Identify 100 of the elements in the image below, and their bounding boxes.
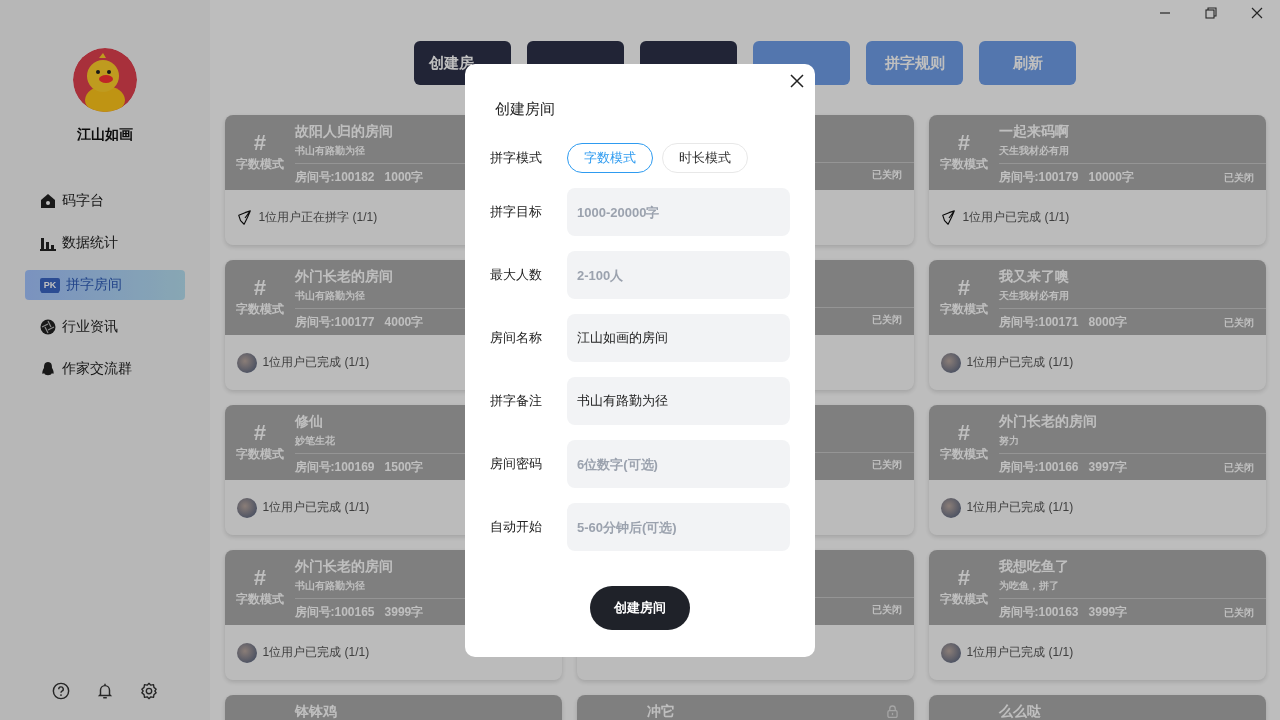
avatar: [236, 497, 257, 518]
room-number: 房间号:100182: [294, 169, 375, 186]
room-title: 修仙: [294, 414, 323, 428]
word-target: 3999字: [1088, 604, 1128, 621]
room-number: 房间号:100165: [294, 604, 375, 621]
room-number: 房间号:100163: [998, 604, 1079, 621]
room-number: 房间号:100171: [998, 314, 1079, 331]
room-number: 房间号:100177: [294, 314, 375, 331]
word-target: 10000字: [1088, 169, 1134, 186]
field-label: 自动开始: [490, 518, 543, 536]
room-mode: 字数模式: [939, 591, 988, 608]
field-label: 房间名称: [490, 329, 543, 347]
room-status: 已关闭: [871, 603, 902, 617]
member-status-text: 1位用户已完成 (1/1): [262, 644, 370, 661]
room-number: 房间号:100166: [998, 459, 1079, 476]
room-card[interactable]: # 字数模式 我又来了噢 天生我材必有用 房间号:100171 8000字 已关闭 1位用户已完成 (1/1): [928, 260, 1266, 390]
nav-item[interactable]: 行业资讯: [25, 312, 185, 342]
room-status: 已关闭: [871, 313, 902, 327]
room-status: 已关闭: [871, 168, 902, 182]
input-field[interactable]: 5-60分钟后(可选): [567, 503, 790, 551]
penguin-icon: [40, 361, 56, 377]
notification-bell-icon[interactable]: [96, 682, 114, 700]
mode-option[interactable]: 字数模式: [567, 143, 653, 173]
member-status-text: 1位用户已完成 (1/1): [962, 209, 1070, 226]
room-title: 外门长老的房间: [294, 559, 393, 573]
field-label: 拼字模式: [490, 149, 543, 167]
room-title: 钵钵鸡: [294, 704, 337, 718]
close-icon[interactable]: [790, 74, 804, 88]
room-note: 为吃鱼，拼了: [998, 580, 1266, 599]
room-title: 故阳人归的房间: [294, 124, 393, 138]
room-mode: 字数模式: [235, 301, 284, 318]
nav-item[interactable]: 作家交流群: [25, 354, 185, 384]
field-label: 拼字目标: [490, 203, 543, 221]
room-card[interactable]: # 字数模式 一起来码啊 天生我材必有用 房间号:100179 10000字 已关闭 1位用户已完成 (1/1): [928, 115, 1266, 245]
room-number: 房间号:100179: [998, 169, 1079, 186]
room-mode: 字数模式: [235, 446, 284, 463]
room-card[interactable]: # 字数模式 我想吃鱼了 为吃鱼，拼了 房间号:100163 3999字 已关闭 1位用户已完成 (1/1): [928, 550, 1266, 680]
room-title: 外门长老的房间: [294, 269, 393, 283]
word-target: 3999字: [384, 604, 424, 621]
hash-icon: #: [957, 567, 970, 589]
nav-item[interactable]: 码字台: [25, 186, 185, 216]
hash-icon: #: [957, 132, 970, 154]
hash-icon: #: [957, 277, 970, 299]
aperture-icon: [40, 319, 56, 335]
member-status-text: 1位用户已完成 (1/1): [262, 499, 370, 516]
member-status-text: 1位用户已完成 (1/1): [966, 644, 1074, 661]
room-title: 我又来了噢: [998, 269, 1069, 283]
room-title: 一起来码啊: [998, 124, 1069, 138]
room-mode: 字数模式: [939, 156, 988, 173]
help-icon[interactable]: [52, 682, 70, 700]
room-note: 天生我材必有用: [998, 145, 1266, 164]
room-card[interactable]: # 字数模式 外门长老的房间 努力 房间号:100166 3997字 已关闭 1位用户已完成 (1/1): [928, 405, 1266, 535]
avatar: [940, 642, 961, 663]
close-icon[interactable]: [1251, 7, 1263, 19]
member-status-text: 1位用户已完成 (1/1): [966, 499, 1074, 516]
pk-icon: PK: [40, 278, 60, 292]
pen-icon: [940, 209, 957, 226]
word-target: 8000字: [1088, 314, 1128, 331]
word-target: 1000字: [384, 169, 424, 186]
avatar-duck-drawing: [73, 48, 137, 112]
avatar: [940, 497, 961, 518]
room-status: 已关闭: [871, 458, 902, 472]
settings-icon[interactable]: [140, 682, 158, 700]
input-field[interactable]: 书山有路勤为径: [567, 377, 790, 425]
hash-icon: #: [253, 277, 266, 299]
restore-icon[interactable]: [1205, 7, 1217, 19]
input-field[interactable]: 江山如画的房间: [567, 314, 790, 362]
room-status: 已关闭: [1223, 170, 1254, 185]
create-room-button[interactable]: 创建房间: [590, 586, 690, 630]
room-number: 房间号:100169: [294, 459, 375, 476]
room-mode: 字数模式: [939, 301, 988, 318]
room-mode: 字数模式: [235, 591, 284, 608]
input-field[interactable]: 1000-20000字: [567, 188, 790, 236]
bar-chart-icon: [40, 235, 56, 251]
input-field[interactable]: 6位数字(可选): [567, 440, 790, 488]
avatar: [940, 352, 961, 373]
member-status-text: 1位用户正在拼字 (1/1): [258, 209, 378, 226]
room-title: 外门长老的房间: [998, 414, 1097, 428]
hash-icon: #: [957, 422, 970, 444]
home-icon: [40, 193, 56, 209]
room-status: 已关闭: [1223, 460, 1254, 475]
hash-icon: #: [253, 132, 266, 154]
room-status: 已关闭: [1223, 315, 1254, 330]
word-target: 4000字: [384, 314, 424, 331]
pen-icon: [236, 209, 253, 226]
input-field[interactable]: 2-100人: [567, 251, 790, 299]
member-status-text: 1位用户已完成 (1/1): [262, 354, 370, 371]
hash-icon: #: [253, 422, 266, 444]
field-label: 房间密码: [490, 455, 543, 473]
room-note: 天生我材必有用: [998, 290, 1266, 309]
hash-icon: #: [253, 567, 266, 589]
mode-option[interactable]: 时长模式: [662, 143, 748, 173]
nav-item[interactable]: 数据统计: [25, 228, 185, 258]
word-target: 3997字: [1088, 459, 1128, 476]
avatar: [236, 352, 257, 373]
room-title: 冲它: [646, 704, 675, 718]
user-name: 江山如画: [77, 126, 133, 144]
word-target: 1500字: [384, 459, 424, 476]
avatar: [236, 642, 257, 663]
nav-item[interactable]: PK 拼字房间: [25, 270, 185, 300]
